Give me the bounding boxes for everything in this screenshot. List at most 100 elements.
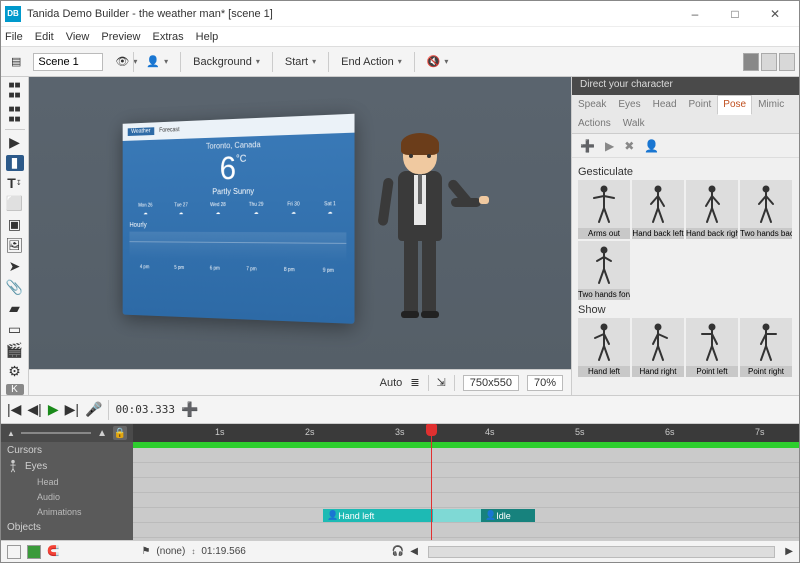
sound-select[interactable]: (none) [156, 546, 185, 557]
timeline-tracks[interactable]: 1s 2s 3s 4s 5s 6s 7s 👤Hand left 👤Idle [133, 424, 799, 540]
button-tool[interactable]: ▭ [4, 321, 26, 338]
scenes-list-icon[interactable]: ▤ [5, 53, 27, 70]
pose-point-right[interactable]: Point right [740, 318, 792, 377]
highlight-tool[interactable]: ▰ [4, 300, 26, 317]
next-frame-button[interactable]: ▶| [65, 401, 79, 418]
track-objects[interactable]: Objects [1, 519, 133, 535]
menu-file[interactable]: File [5, 31, 23, 43]
character-panel: Direct your character Speak Eyes Head Po… [571, 77, 799, 395]
mic-button[interactable]: 🎤 [85, 401, 102, 418]
start-menu[interactable]: Start▾ [279, 54, 322, 70]
menu-preview[interactable]: Preview [101, 31, 140, 43]
layout-1[interactable] [743, 53, 759, 71]
scroll-right[interactable]: ▶ [785, 546, 793, 557]
tab-speak[interactable]: Speak [572, 95, 612, 114]
panel-title: Direct your character [572, 77, 799, 95]
menu-help[interactable]: Help [196, 31, 219, 43]
pose-hand-left[interactable]: Hand left [578, 318, 630, 377]
magnet-icon[interactable]: 🧲 [47, 546, 59, 557]
tab-head[interactable]: Head [647, 95, 683, 114]
timeline-ruler[interactable]: 1s 2s 3s 4s 5s 6s 7s [133, 424, 799, 442]
end-action-menu[interactable]: End Action▾ [335, 54, 408, 70]
weather-hourly-graph [129, 231, 346, 261]
pose-hand-right[interactable]: Hand right [632, 318, 684, 377]
play-tool[interactable]: ▶ [4, 134, 26, 151]
delete-icon[interactable]: ✖ [624, 139, 634, 153]
track-head[interactable]: Head [1, 474, 133, 489]
text-tool[interactable]: T↧ [4, 175, 26, 191]
zoom-tool[interactable]: 📎 [4, 279, 26, 296]
maximize-button[interactable]: □ [715, 2, 755, 26]
add-marker-button[interactable]: ➕ [181, 401, 198, 418]
pose-point-left[interactable]: Point left [686, 318, 738, 377]
h-scrollbar[interactable] [428, 546, 775, 558]
lock-icon[interactable]: 🔒 [113, 426, 127, 440]
menu-extras[interactable]: Extras [152, 31, 183, 43]
fit-icon[interactable]: ⇲ [437, 376, 446, 389]
box-1[interactable] [7, 545, 21, 559]
tab-mimic[interactable]: Mimic [752, 95, 790, 114]
auto-label: Auto [380, 377, 403, 389]
menu-view[interactable]: View [66, 31, 90, 43]
layout-2[interactable] [761, 53, 777, 71]
headphones-icon[interactable]: 🎧 [392, 546, 404, 557]
pose-arms-out[interactable]: Arms out [578, 180, 630, 239]
prev-frame-button[interactable]: ◀| [27, 401, 41, 418]
tab-actions[interactable]: Actions [572, 114, 617, 133]
pointer-tool[interactable]: ➤ [4, 258, 26, 275]
canvas-view[interactable]: Weather Forecast Toronto, Canada 6°C Par… [29, 77, 571, 369]
k-tool[interactable]: K [6, 384, 24, 395]
separator [180, 52, 181, 72]
thumbnails-tool[interactable]: ■■■■ [4, 105, 26, 125]
minimize-button[interactable]: – [675, 2, 715, 26]
stamp-tool[interactable]: ▣ [4, 216, 26, 233]
zoom-in-icon[interactable]: ▲ [97, 428, 107, 439]
character-menu[interactable]: 👤▾ [140, 53, 174, 70]
gear-tool[interactable]: ⚙ [4, 363, 26, 380]
shape-tool[interactable]: ⬜ [4, 195, 26, 212]
background-menu[interactable]: Background▾ [187, 54, 266, 70]
align-icon[interactable]: ≣ [410, 376, 419, 389]
add-icon[interactable]: ➕ [580, 139, 595, 153]
scene-name-input[interactable] [33, 53, 103, 71]
tab-walk[interactable]: Walk [617, 114, 651, 133]
skip-start-button[interactable]: |◀ [7, 401, 21, 418]
track-animations[interactable]: Animations [1, 504, 133, 519]
note-tool[interactable]: ▮ [6, 155, 24, 171]
play-button[interactable]: ▶ [48, 401, 59, 418]
track-cursors[interactable]: Cursors [1, 442, 133, 458]
grid-tool[interactable]: ■■■■ [4, 81, 26, 101]
weather-tab-label: Forecast [159, 127, 179, 134]
track-audio[interactable]: Audio [1, 489, 133, 504]
tab-pose[interactable]: Pose [717, 95, 752, 115]
clip-idle[interactable]: 👤Idle [481, 509, 535, 522]
close-button[interactable]: ✕ [755, 2, 795, 26]
pose-hand-back-left[interactable]: Hand back left [632, 180, 684, 239]
zoom-out-icon[interactable]: ▲ [7, 429, 15, 438]
zoom-level[interactable]: 70% [527, 375, 563, 391]
play-icon[interactable]: ▶ [605, 139, 614, 153]
layout-3[interactable] [779, 53, 795, 71]
marker-icon[interactable]: ⚑ [141, 546, 150, 557]
pose-hand-back-right[interactable]: Hand back right [686, 180, 738, 239]
canvas-size[interactable]: 750x550 [463, 375, 519, 391]
scroll-left[interactable]: ◀ [410, 546, 418, 557]
character[interactable] [378, 136, 463, 336]
character-icon[interactable]: 👤 [644, 139, 659, 153]
clip-hand-left[interactable]: 👤Hand left [323, 509, 433, 522]
playhead[interactable] [431, 424, 432, 540]
separator [328, 52, 329, 72]
film-tool[interactable]: 🎬 [4, 342, 26, 359]
tab-point[interactable]: Point [683, 95, 718, 114]
pose-two-hands-forw[interactable]: Two hands forw [578, 241, 630, 300]
visibility-toggle[interactable]: 👁▾ [109, 53, 127, 70]
box-2[interactable] [27, 545, 41, 559]
separator [272, 52, 273, 72]
image-tool[interactable]: 🖼 [4, 237, 26, 254]
pose-two-hands-back[interactable]: Two hands back [740, 180, 792, 239]
tab-eyes[interactable]: Eyes [612, 95, 646, 114]
mute-toggle[interactable]: 🔇▾ [421, 53, 455, 70]
track-character[interactable]: Eyes [1, 458, 133, 474]
clip-transition[interactable] [433, 509, 481, 522]
menu-edit[interactable]: Edit [35, 31, 54, 43]
